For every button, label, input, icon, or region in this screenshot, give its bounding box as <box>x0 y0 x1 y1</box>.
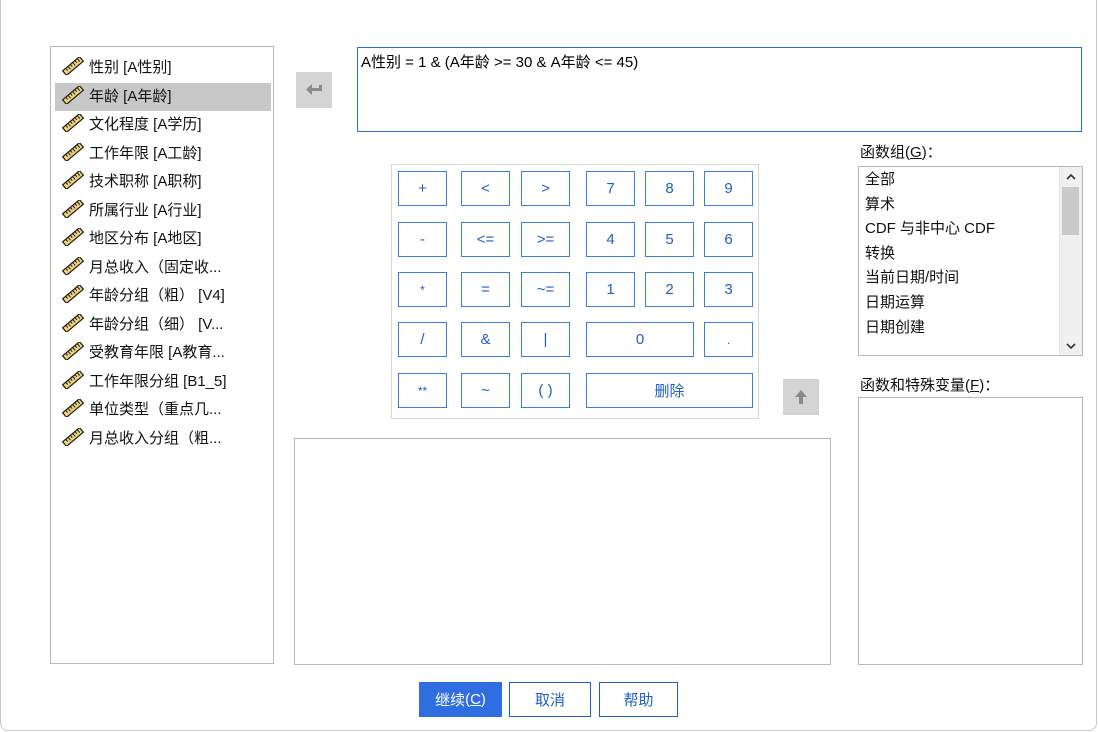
variable-label: 年龄分组（细） [V... <box>89 315 224 333</box>
function-group-item[interactable]: 全部 <box>865 168 895 192</box>
key-less[interactable]: < <box>461 171 510 206</box>
key-minus[interactable]: - <box>398 222 447 257</box>
key-five[interactable]: 5 <box>645 222 694 257</box>
variable-item[interactable]: 年龄分组（细） [V... <box>55 311 269 339</box>
variable-label: 所属行业 [A行业] <box>89 201 202 219</box>
scale-ruler-icon <box>61 283 85 305</box>
variable-label: 技术职称 [A职称] <box>89 173 202 190</box>
key-less-equal[interactable]: <= <box>461 222 510 257</box>
key-eight[interactable]: 8 <box>645 171 694 206</box>
key-six[interactable]: 6 <box>704 222 753 257</box>
variable-item[interactable]: 年龄分组（粗） [V4] <box>55 282 269 310</box>
move-function-button[interactable] <box>783 379 819 415</box>
variable-item[interactable]: 技术职称 [A职称] <box>55 168 269 196</box>
variable-item[interactable]: 工作年限分组 [B1_5] <box>55 368 269 396</box>
key-greater-equal[interactable]: >= <box>521 222 570 257</box>
variable-item[interactable]: 文化程度 [A学历] <box>55 111 269 139</box>
functions-vars-label: 函数和特殊变量(F)： <box>860 377 1000 394</box>
key-three[interactable]: 3 <box>704 272 753 307</box>
key-or[interactable]: | <box>521 322 570 357</box>
key-four[interactable]: 4 <box>586 222 635 257</box>
variable-item[interactable]: 地区分布 [A地区] <box>55 225 269 253</box>
scale-ruler-icon <box>61 84 85 105</box>
key-seven[interactable]: 7 <box>586 171 635 206</box>
move-variable-button[interactable] <box>296 72 332 108</box>
key-power[interactable]: ** <box>398 373 447 408</box>
scale-ruler-icon <box>61 369 85 390</box>
key-two[interactable]: 2 <box>645 272 694 307</box>
scale-ruler-icon <box>61 198 85 219</box>
scale-ruler-icon <box>61 55 85 77</box>
key-zero[interactable]: 0 <box>586 322 694 357</box>
variable-label: 月总收入（固定收... <box>89 258 222 276</box>
scale-ruler-icon <box>61 340 85 362</box>
variable-item[interactable]: 月总收入（固定收... <box>55 254 269 282</box>
scale-ruler-icon <box>61 426 85 447</box>
variable-label: 单位类型（重点几... <box>89 401 222 418</box>
scale-ruler-icon <box>61 112 85 134</box>
key-plus[interactable]: + <box>398 171 447 206</box>
function-group-item[interactable]: 算术 <box>865 193 895 217</box>
function-group-item[interactable]: 当前日期/时间 <box>865 266 959 290</box>
scale-ruler-icon <box>61 312 85 333</box>
scroll-down-icon[interactable] <box>1060 337 1082 355</box>
scrollbar-thumb[interactable] <box>1062 187 1079 235</box>
variable-label: 年龄 [A年龄] <box>89 87 172 105</box>
key-nine[interactable]: 9 <box>704 171 753 206</box>
function-group-item[interactable]: CDF 与非中心 CDF <box>865 217 995 241</box>
key-not[interactable]: ~ <box>461 373 510 408</box>
function-group-item[interactable]: 转换 <box>865 242 895 266</box>
variable-item[interactable]: 年龄 [A年龄] <box>55 82 271 111</box>
function-group-item[interactable]: 日期创建 <box>865 316 925 340</box>
variable-list[interactable]: 性别 [A性别] 年龄 [A年龄] 文化程度 [A学历] 工作年限 [A工龄] 技术职称… <box>50 46 274 664</box>
variable-label: 工作年限分组 [B1_5] <box>89 372 227 390</box>
variable-label: 受教育年限 [A教育... <box>89 344 225 361</box>
function-description-area <box>294 438 831 665</box>
key-delete[interactable]: 删除 <box>586 373 753 408</box>
key-and[interactable]: & <box>461 322 510 357</box>
key-equals[interactable]: = <box>461 272 510 307</box>
key-divide[interactable]: / <box>398 322 447 357</box>
function-group-scrollbar[interactable] <box>1059 167 1082 355</box>
key-parentheses[interactable]: ( ) <box>521 373 570 408</box>
scale-ruler-icon <box>61 397 85 419</box>
function-group-label: 函数组(G)： <box>860 144 942 161</box>
variable-item[interactable]: 工作年限 [A工龄] <box>55 140 269 168</box>
functions-vars-list[interactable] <box>858 397 1083 665</box>
calculator-keypad: + < >7 8 9 - <= >= 4 5 6 * = ~= 1 2 3 /& | 0. ** ~ ( ) 删除 <box>391 164 759 419</box>
scale-ruler-icon <box>61 226 85 248</box>
arrow-up-icon <box>795 390 807 404</box>
key-decimal[interactable]: . <box>704 322 753 357</box>
variable-label: 文化程度 [A学历] <box>89 116 202 133</box>
scale-ruler-icon <box>61 169 85 191</box>
variable-item[interactable]: 月总收入分组（粗... <box>55 425 269 453</box>
variable-label: 地区分布 [A地区] <box>89 230 202 247</box>
scroll-up-icon[interactable] <box>1060 167 1082 185</box>
variable-item[interactable]: 性别 [A性别] <box>55 54 269 82</box>
scale-ruler-icon <box>61 141 85 162</box>
continue-button[interactable]: 继续(C) <box>419 682 502 717</box>
variable-label: 月总收入分组（粗... <box>89 429 222 447</box>
help-button[interactable]: 帮助 <box>599 682 678 717</box>
function-group-list[interactable]: 全部 算术 CDF 与非中心 CDF 转换 当前日期/时间 日期运算 日期创建 <box>858 166 1083 356</box>
expression-input[interactable]: A性别 = 1 & (A年龄 >= 30 & A年龄 <= 45) <box>357 47 1082 132</box>
key-greater[interactable]: > <box>521 171 570 206</box>
variable-label: 年龄分组（粗） [V4] <box>89 287 225 304</box>
variable-label: 工作年限 [A工龄] <box>89 144 202 162</box>
key-one[interactable]: 1 <box>586 272 635 307</box>
key-multiply[interactable]: * <box>398 272 447 307</box>
variable-item[interactable]: 受教育年限 [A教育... <box>55 339 269 367</box>
function-group-item[interactable]: 日期运算 <box>865 291 925 315</box>
variable-label: 性别 [A性别] <box>89 59 172 76</box>
variable-item[interactable]: 所属行业 [A行业] <box>55 197 269 225</box>
scale-ruler-icon <box>61 255 85 276</box>
arrow-left-icon <box>306 84 322 95</box>
cancel-button[interactable]: 取消 <box>509 682 591 717</box>
key-not-equal[interactable]: ~= <box>521 272 570 307</box>
variable-item[interactable]: 单位类型（重点几... <box>55 396 269 424</box>
